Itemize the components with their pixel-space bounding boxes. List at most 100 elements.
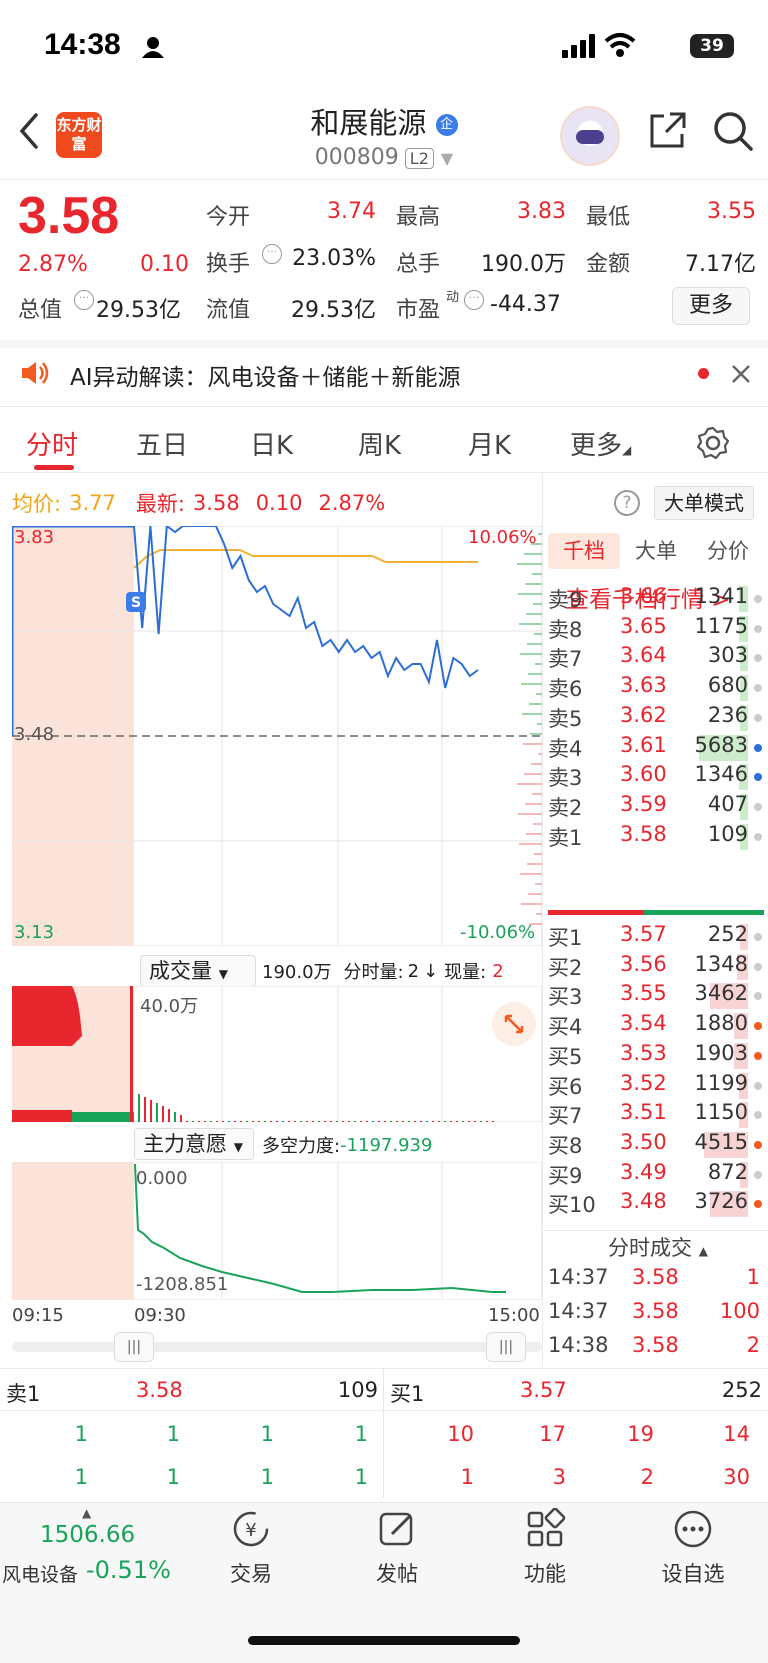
sector-name[interactable]: 风电设备 — [2, 1560, 78, 1587]
bid-row[interactable]: 买6 3.52 1199 — [548, 1071, 764, 1101]
big-order-mode-button[interactable]: 大单模式 — [654, 486, 754, 520]
tab-day-k[interactable]: 日K — [250, 425, 293, 462]
level-volume: 4515 — [694, 1129, 748, 1154]
tab-fenshi[interactable]: 分时 — [26, 425, 78, 462]
ai-banner-text[interactable]: AI异动解读：风电设备＋储能＋新能源 — [70, 358, 461, 392]
ask-row[interactable]: 卖9 3.66 1341 — [548, 584, 764, 614]
volume-bar — [312, 1121, 314, 1122]
indicator-dot — [754, 992, 762, 1001]
ask-row[interactable]: 卖8 3.65 1175 — [548, 614, 764, 644]
nav-functions[interactable]: 功能 — [490, 1507, 600, 1588]
volume-bar — [468, 1121, 470, 1122]
volume-bar — [462, 1121, 464, 1122]
indicator-dot — [754, 1140, 762, 1149]
mainforce-selector[interactable]: 主力意愿 ▼ — [134, 1128, 254, 1160]
expand-icon[interactable] — [492, 1002, 536, 1046]
ask-row[interactable]: 卖6 3.63 680 — [548, 673, 764, 703]
volume-bar — [420, 1121, 422, 1122]
volume-bar — [456, 1121, 458, 1122]
tick-volume: 1 — [746, 1265, 760, 1289]
level-label: 卖3 — [548, 766, 583, 791]
close-icon[interactable] — [730, 363, 752, 385]
ask-row[interactable]: 卖1 3.58 109 — [548, 822, 764, 852]
level-price: 3.57 — [620, 922, 667, 946]
scroll-handle-left[interactable]: ||| — [114, 1332, 154, 1362]
info-icon[interactable]: ··· — [262, 244, 282, 264]
indicator-dot — [754, 1111, 762, 1120]
sector-value[interactable]: 1506.66 — [40, 1522, 135, 1548]
ai-assistant-avatar[interactable] — [560, 106, 620, 166]
ask-row[interactable]: 卖5 3.62 236 — [548, 703, 764, 733]
nav-trade[interactable]: ¥ 交易 — [196, 1508, 306, 1588]
volume-bar — [438, 1121, 440, 1122]
info-icon[interactable]: ··· — [464, 290, 484, 310]
bid-row[interactable]: 买8 3.50 4515 — [548, 1130, 764, 1160]
bid-row[interactable]: 买5 3.53 1903 — [548, 1041, 764, 1071]
mainforce-selector-label: 主力意愿 — [143, 1132, 227, 1156]
gear-icon[interactable] — [696, 426, 730, 460]
ask-row[interactable]: 卖7 3.64 303 — [548, 643, 764, 673]
level-volume: 303 — [707, 643, 748, 668]
bid-row[interactable]: 买10 3.48 3726 — [548, 1189, 764, 1219]
now-value: 2 — [492, 960, 504, 982]
volume-bar — [300, 1121, 302, 1122]
volume-selector[interactable]: 成交量 ▼ — [140, 955, 256, 987]
x-tick-1500: 15:00 — [488, 1305, 540, 1326]
tab-five-day[interactable]: 五日 — [136, 425, 188, 462]
info-icon[interactable]: ··· — [74, 290, 94, 310]
pe-value: -44.37 — [490, 292, 561, 317]
nav-add-watchlist[interactable]: 设自选 — [638, 1508, 748, 1588]
help-icon[interactable]: ? — [614, 490, 640, 516]
volume-bar — [426, 1121, 428, 1122]
level-label: 买9 — [548, 1163, 583, 1188]
edit-icon — [379, 1512, 413, 1546]
tick-time: 14:37 — [548, 1299, 609, 1323]
tab-month-k[interactable]: 月K — [468, 425, 511, 462]
current-price: 3.58 — [18, 187, 120, 245]
tab-dadan[interactable]: 大单 — [620, 533, 692, 569]
time-scrollbar[interactable] — [12, 1342, 542, 1352]
ticks-header[interactable]: 分时成交 ▲ — [608, 1232, 708, 1262]
volume-bar — [294, 1121, 296, 1122]
nav-post[interactable]: 发帖 — [342, 1508, 452, 1588]
volume-info: 190.0万 分时量: 2 ↓ 现量: 2 — [262, 958, 504, 984]
more-button[interactable]: 更多 — [672, 287, 750, 325]
search-icon[interactable] — [712, 110, 754, 152]
volume-bar — [222, 1121, 224, 1122]
indicator-dot — [754, 654, 762, 663]
share-icon[interactable] — [648, 110, 688, 150]
bid-row[interactable]: 买9 3.49 872 — [548, 1160, 764, 1190]
level-label: 卖6 — [548, 677, 583, 702]
level-price: 3.54 — [620, 1011, 667, 1036]
fenshi-label: 分时量: — [343, 962, 404, 983]
ask-row[interactable]: 卖2 3.59 407 — [548, 792, 764, 822]
volume-bar — [384, 1121, 386, 1122]
fenshi-value: 2 — [407, 960, 420, 982]
tab-more[interactable]: 更多◢ — [570, 425, 631, 462]
svg-text:¥: ¥ — [245, 1520, 256, 1541]
bid-row[interactable]: 买4 3.54 1880 — [548, 1011, 764, 1041]
volume-bar — [348, 1121, 350, 1122]
bid-row[interactable]: 买2 3.56 1348 — [548, 952, 764, 982]
ask-row[interactable]: 卖3 3.60 1346 — [548, 762, 764, 792]
volume-chart — [12, 986, 542, 1122]
volume-total: 190.0万 — [262, 962, 332, 983]
indicator-dot — [754, 832, 762, 841]
volume-bar — [216, 1121, 218, 1122]
mainforce-info: 多空力度: -1197.939 — [262, 1132, 432, 1158]
level-price: 3.48 — [620, 1189, 667, 1214]
now-label: 现量: — [444, 962, 487, 983]
bid-row[interactable]: 买7 3.51 1150 — [548, 1100, 764, 1130]
level-price: 3.58 — [620, 821, 667, 846]
bid-row[interactable]: 买3 3.55 3462 — [548, 981, 764, 1011]
tab-qiandang[interactable]: 千档 — [548, 533, 620, 569]
bid-row[interactable]: 买1 3.57 252 — [548, 922, 764, 952]
tab-fenjia[interactable]: 分价 — [692, 533, 764, 569]
summary-buy-vol: 252 — [721, 1378, 762, 1402]
avg-value: 3.77 — [69, 491, 116, 515]
intraday-chart[interactable]: S — [12, 526, 542, 946]
ask-row[interactable]: 卖4 3.61 5683 — [548, 733, 764, 763]
tab-week-k[interactable]: 周K — [358, 425, 401, 462]
scroll-handle-right[interactable]: ||| — [486, 1332, 526, 1362]
y-tick-low: 3.13 — [14, 922, 55, 943]
